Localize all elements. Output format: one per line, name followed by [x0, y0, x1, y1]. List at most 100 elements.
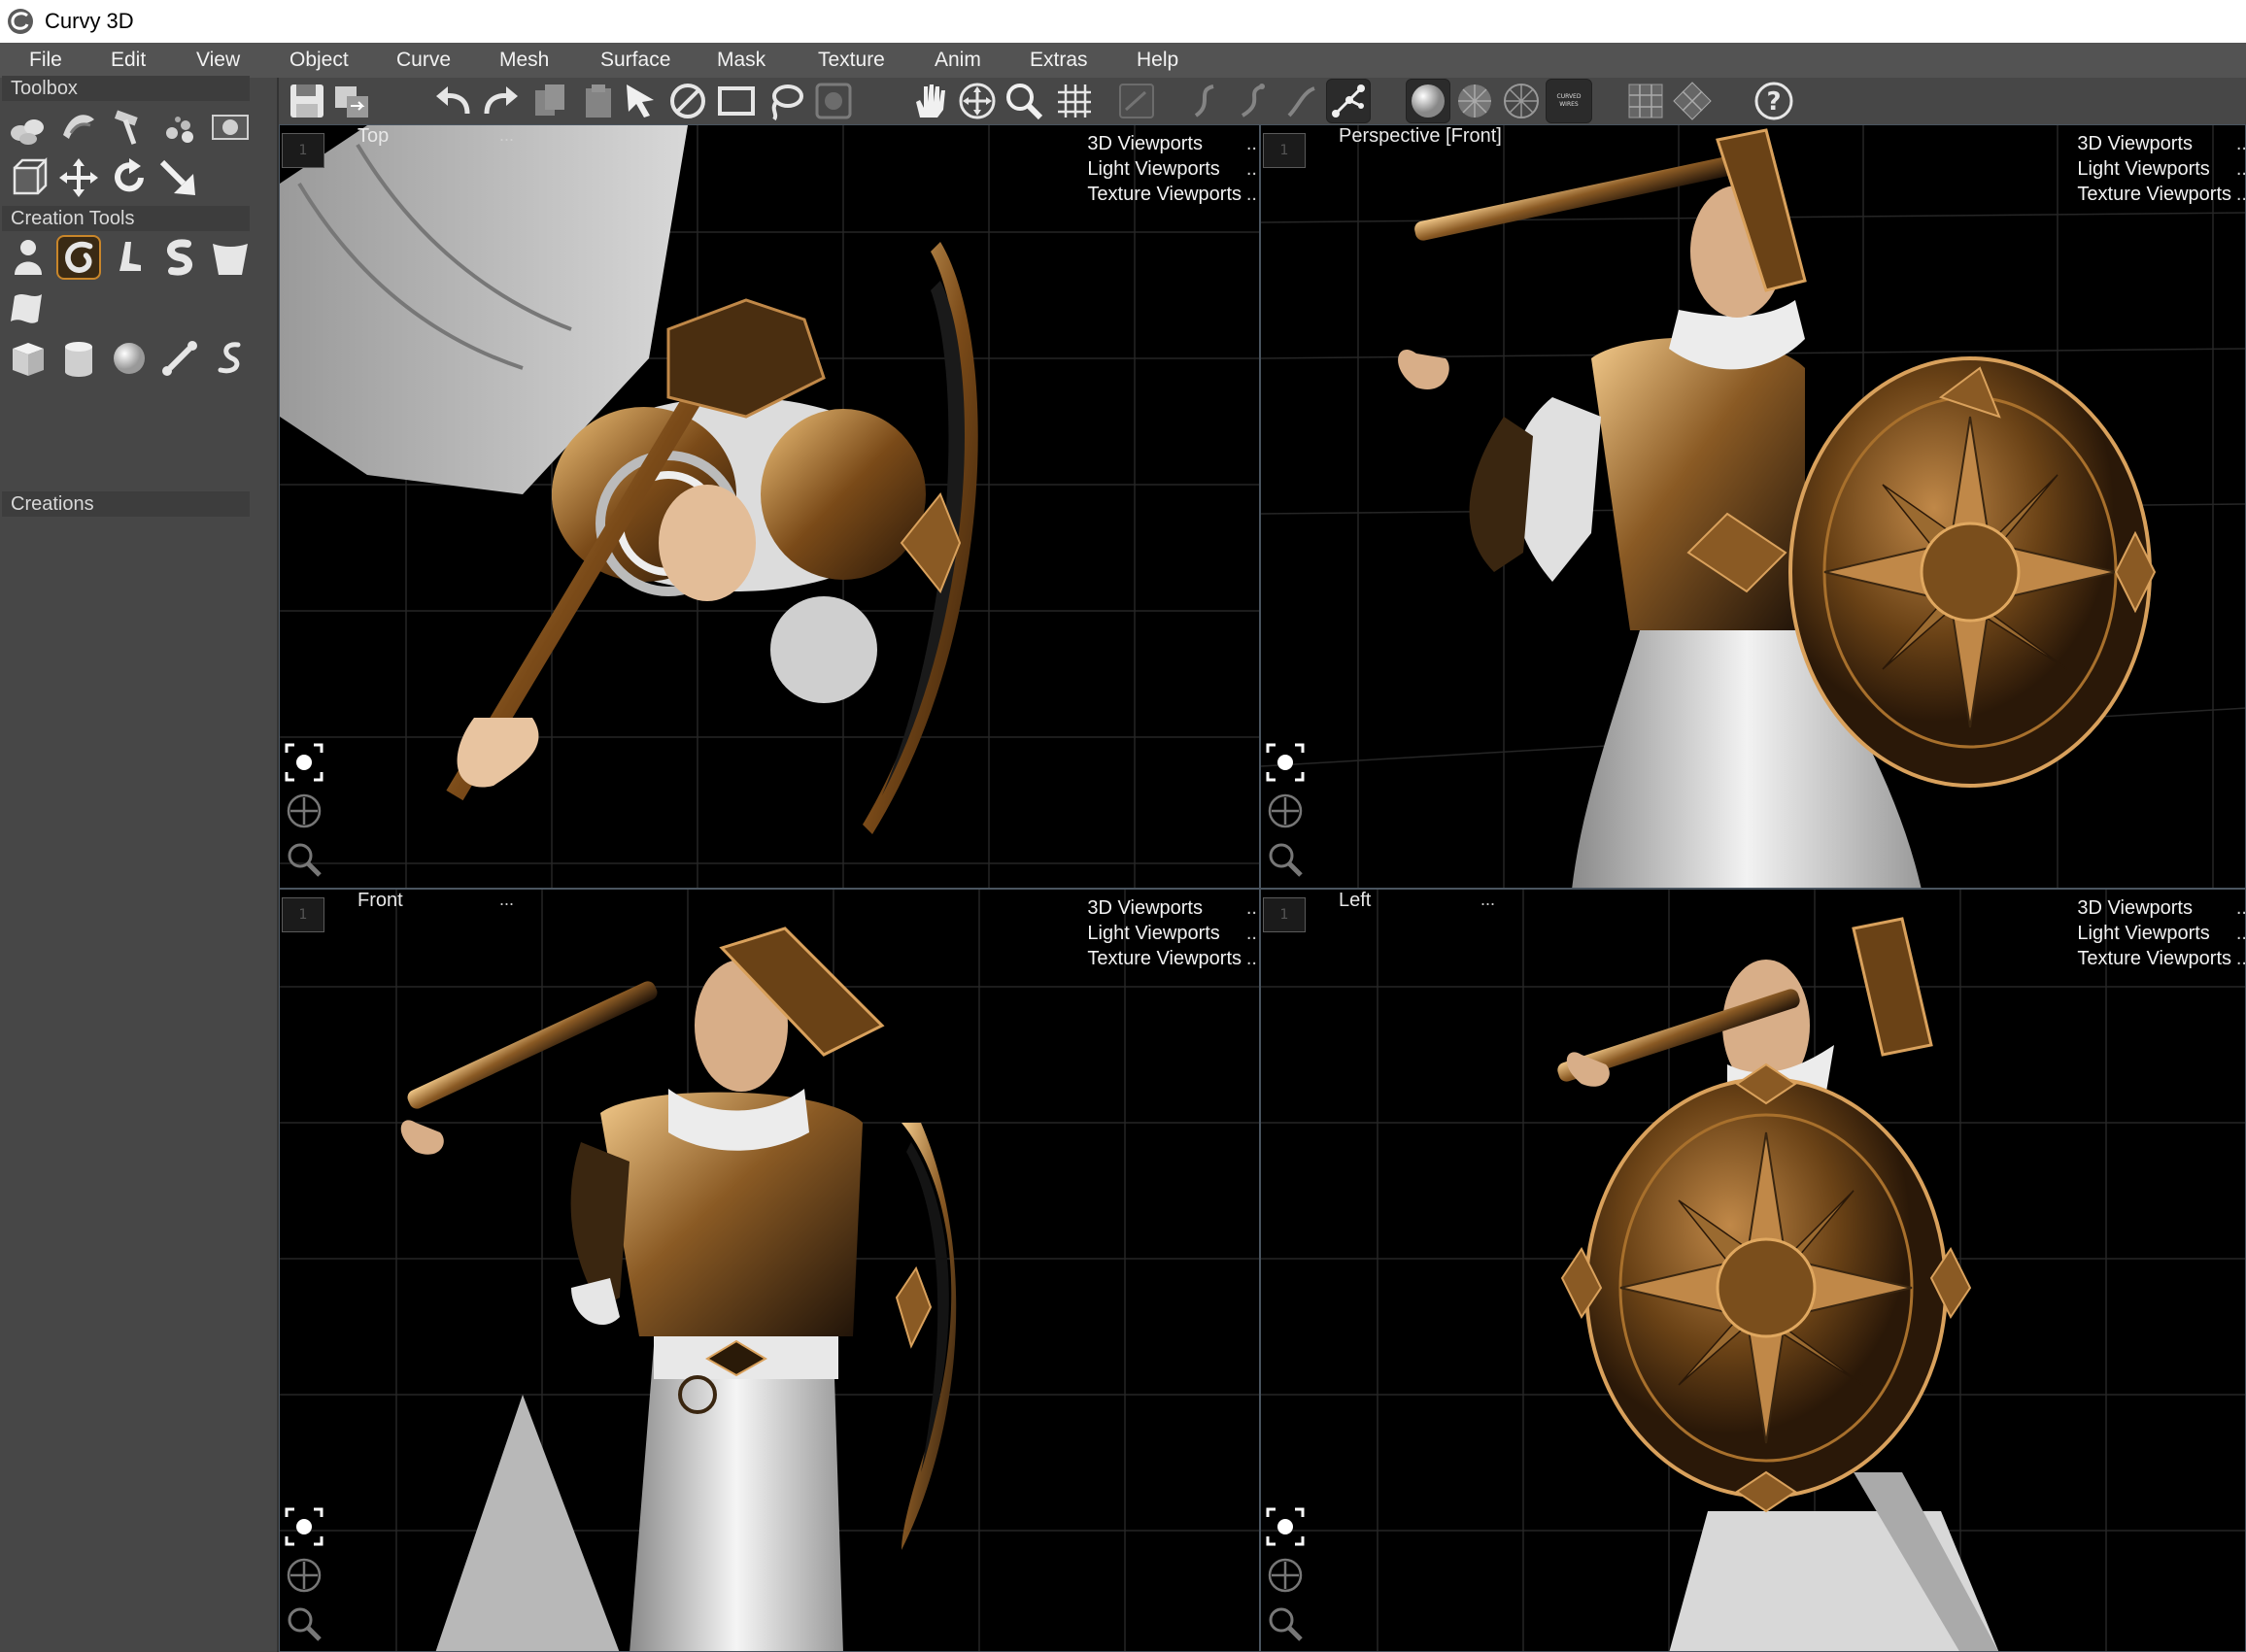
viewport-top[interactable]: 1 Top ... 3D Viewports.. Light Viewports… [279, 124, 1260, 889]
pan-hand-icon[interactable] [906, 79, 951, 123]
front-view-model[interactable] [280, 890, 1260, 1652]
viewport-name[interactable]: Top [357, 125, 389, 148]
copy-icon[interactable] [527, 79, 572, 123]
wire-only-icon[interactable] [1499, 79, 1544, 123]
top-view-model[interactable] [280, 125, 1260, 889]
link-light-viewports[interactable]: Light Viewports.. [2077, 156, 2245, 182]
paint-select-icon[interactable] [811, 79, 856, 123]
clone-icon[interactable] [6, 105, 51, 150]
rotate-view-icon[interactable] [1670, 79, 1715, 123]
focus-icon[interactable] [1263, 1504, 1308, 1549]
viewport-name[interactable]: Front [357, 890, 403, 912]
boot-icon[interactable] [107, 235, 152, 280]
viewport-front[interactable]: 1 Front ... 3D Viewports.. Light Viewpor… [279, 889, 1260, 1652]
hammer-icon[interactable] [107, 105, 152, 150]
cube-icon[interactable] [6, 336, 51, 381]
undo-icon[interactable] [430, 79, 475, 123]
viewport-name-menu[interactable]: ... [1480, 890, 1495, 910]
zoom-viewport-icon[interactable] [282, 837, 326, 882]
viewport-number-badge[interactable]: 1 [1263, 897, 1306, 932]
paste-icon[interactable] [576, 79, 621, 123]
menu-file[interactable]: File [29, 43, 62, 78]
menu-view[interactable]: View [196, 43, 240, 78]
menu-texture[interactable]: Texture [818, 43, 885, 78]
mask-icon[interactable] [208, 105, 253, 150]
perspective-view-model[interactable] [1261, 125, 2246, 889]
hook-icon[interactable] [208, 336, 253, 381]
redo-icon[interactable] [479, 79, 524, 123]
grid-view-icon[interactable] [1623, 79, 1668, 123]
curve-c-icon[interactable] [1279, 79, 1324, 123]
rotate-icon[interactable] [107, 155, 152, 200]
wire-shading-icon[interactable] [1452, 79, 1497, 123]
link-light-viewports[interactable]: Light Viewports.. [2077, 921, 2245, 946]
menu-extras[interactable]: Extras [1030, 43, 1088, 78]
link-light-viewports[interactable]: Light Viewports.. [1087, 921, 1257, 946]
viewport-number-badge[interactable]: 1 [282, 133, 324, 168]
export-icon[interactable] [329, 79, 374, 123]
no-select-icon[interactable] [665, 79, 710, 123]
curve-nodes-icon[interactable] [1326, 79, 1371, 123]
link-texture-viewports[interactable]: Texture Viewports.. [2077, 946, 2245, 971]
link-3d-viewports[interactable]: 3D Viewports.. [1087, 131, 1257, 156]
link-3d-viewports[interactable]: 3D Viewports.. [1087, 895, 1257, 921]
creations-header[interactable]: Creations [2, 491, 250, 517]
lasso-icon[interactable] [763, 79, 807, 123]
orbit-icon[interactable] [282, 1553, 326, 1598]
bone-icon[interactable] [157, 336, 202, 381]
link-3d-viewports[interactable]: 3D Viewports.. [2077, 895, 2245, 921]
viewport-perspective[interactable]: 1 Perspective [Front] 3D Viewports.. Lig… [1260, 124, 2246, 889]
draw-icon[interactable] [1114, 79, 1159, 123]
scatter-icon[interactable] [157, 105, 202, 150]
menu-object[interactable]: Object [289, 43, 349, 78]
zoom-viewport-icon[interactable] [1263, 1601, 1308, 1646]
select-arrow-icon[interactable] [619, 79, 664, 123]
left-view-model[interactable] [1261, 890, 2246, 1652]
menu-surface[interactable]: Surface [600, 43, 670, 78]
link-texture-viewports[interactable]: Texture Viewports.. [1087, 182, 1257, 207]
viewport-number-badge[interactable]: 1 [282, 897, 324, 932]
menu-mask[interactable]: Mask [717, 43, 766, 78]
zoom-viewport-icon[interactable] [1263, 837, 1308, 882]
zoom-viewport-icon[interactable] [282, 1601, 326, 1646]
link-light-viewports[interactable]: Light Viewports.. [1087, 156, 1257, 182]
viewport-number-badge[interactable]: 1 [1263, 133, 1306, 168]
link-texture-viewports[interactable]: Texture Viewports.. [2077, 182, 2245, 207]
rectangle-select-icon[interactable] [714, 79, 759, 123]
orbit-icon[interactable] [1263, 1553, 1308, 1598]
viewport-left[interactable]: 1 Left ... 3D Viewports.. Light Viewport… [1260, 889, 2246, 1652]
solid-shading-icon[interactable] [1406, 79, 1450, 123]
s-curve-icon[interactable] [157, 235, 202, 280]
move-view-icon[interactable] [955, 79, 1000, 123]
menu-edit[interactable]: Edit [111, 43, 146, 78]
curve-b-icon[interactable] [1231, 79, 1276, 123]
grid-icon[interactable] [1052, 79, 1097, 123]
cylinder-icon[interactable] [56, 336, 101, 381]
twist-icon[interactable] [56, 105, 101, 150]
zoom-icon[interactable] [1002, 79, 1046, 123]
orbit-icon[interactable] [1263, 789, 1308, 833]
move-icon[interactable] [56, 155, 101, 200]
help-icon[interactable]: ? [1752, 79, 1796, 123]
link-texture-viewports[interactable]: Texture Viewports.. [1087, 946, 1257, 971]
viewport-name-menu[interactable]: ... [499, 890, 514, 910]
viewport-name-menu[interactable]: ... [499, 125, 514, 146]
scale-arrow-icon[interactable] [155, 155, 200, 200]
viewport-name[interactable]: Perspective [Front] [1339, 125, 1502, 148]
menu-help[interactable]: Help [1137, 43, 1178, 78]
toolbox-header[interactable]: Toolbox [2, 76, 250, 101]
curved-wires-icon[interactable]: CURVED WIRES [1546, 79, 1592, 123]
flag-icon[interactable] [6, 286, 51, 330]
figure-icon[interactable] [6, 235, 51, 280]
focus-icon[interactable] [282, 1504, 326, 1549]
curve-a-icon[interactable] [1182, 79, 1227, 123]
sphere-icon[interactable] [107, 336, 152, 381]
link-3d-viewports[interactable]: 3D Viewports.. [2077, 131, 2245, 156]
save-icon[interactable] [285, 79, 329, 123]
menu-anim[interactable]: Anim [935, 43, 981, 78]
menu-curve[interactable]: Curve [396, 43, 451, 78]
curl-icon[interactable] [56, 235, 101, 280]
focus-icon[interactable] [1263, 740, 1308, 785]
focus-icon[interactable] [282, 740, 326, 785]
bounding-box-icon[interactable] [8, 155, 52, 200]
